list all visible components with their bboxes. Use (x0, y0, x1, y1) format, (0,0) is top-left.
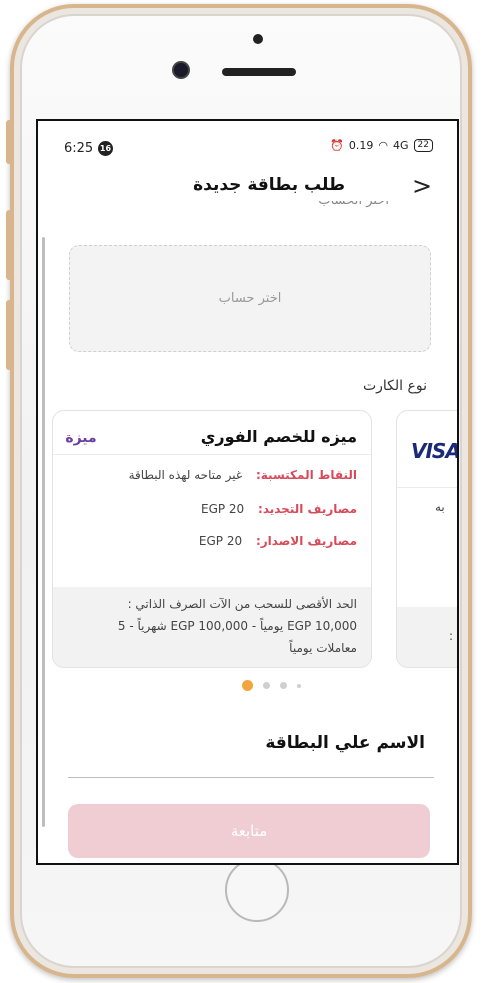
account-selector[interactable]: اختر حساب (69, 245, 431, 352)
network-speed: 0.19 (348, 139, 374, 152)
card-footer-fragment: : (449, 629, 454, 643)
issue-row: مصاريف الاصدار: EGP 20 (199, 534, 357, 548)
page-title: طلب بطاقة جديدة (193, 175, 345, 195)
front-camera-icon (174, 63, 188, 77)
pager-dot[interactable] (297, 683, 301, 688)
points-row: النقاط المكتسبة: غير متاحه لهذه البطاقة (129, 468, 357, 482)
account-placeholder: اختر حساب (218, 291, 282, 306)
meeza-logo-text: ميزة (65, 430, 96, 446)
issue-label: مصاريف الاصدار: (255, 534, 357, 548)
card-option-visa[interactable]: VISA به : (396, 410, 459, 668)
card-limits: الحد الأقصى للسحب من الآت الصرف الذاتي :… (53, 587, 371, 667)
meeza-logo-icon: ميزة (65, 430, 96, 446)
signal-icon: 4G (393, 139, 409, 152)
page-header: طلب بطاقة جديدة > (38, 169, 457, 209)
continue-button[interactable]: متابعة (68, 804, 430, 858)
name-on-card-label: الاسم علي البطاقة (265, 733, 425, 753)
speaker-grille (222, 68, 296, 76)
home-button[interactable] (225, 858, 289, 922)
status-time: 6:25 (64, 141, 94, 156)
card-option-meeza[interactable]: ميزه للخصم الفوري ميزة النقاط المكتسبة: … (52, 410, 372, 668)
notification-badge: 16 (98, 141, 113, 156)
name-on-card-input[interactable] (68, 761, 434, 778)
scrollbar[interactable] (42, 237, 45, 827)
limits-line-1: الحد الأقصى للسحب من الآت الصرف الذاتي : (127, 597, 357, 611)
card-text-fragment: به (435, 500, 445, 514)
app-screen: 6:25 16 ⏰ 0.19 ◠ 4G 22 طلب بطاقة جديدة >… (36, 119, 459, 865)
back-button[interactable]: > (407, 171, 437, 201)
sensor-dot (253, 34, 263, 44)
mute-switch (6, 120, 12, 164)
card-divider (397, 487, 457, 488)
card-title: ميزه للخصم الفوري (200, 427, 357, 446)
renewal-label: مصاريف التجديد: (258, 502, 357, 516)
limits-line-3: معاملات يومياً (289, 641, 357, 655)
renewal-value: EGP 20 (200, 502, 245, 516)
pager-dot[interactable] (280, 682, 287, 689)
pager-dot[interactable] (263, 682, 270, 689)
status-bar: 6:25 16 ⏰ 0.19 ◠ 4G 22 (38, 121, 457, 175)
chevron-right-icon: > (411, 172, 433, 200)
carousel-pager (242, 680, 301, 691)
limits-line-2: EGP 10,000 يومياً - EGP 100,000 شهرياً -… (117, 619, 357, 633)
card-divider (53, 454, 371, 455)
volume-down-button (6, 300, 12, 370)
card-type-label: نوع الكارت (362, 378, 427, 394)
account-section-label: اختر الحساب (318, 201, 389, 211)
points-label: النقاط المكتسبة: (255, 468, 357, 482)
battery-icon: 22 (413, 139, 433, 152)
wifi-icon: ◠ (378, 139, 389, 152)
renewal-row: مصاريف التجديد: EGP 20 (201, 502, 357, 516)
pager-dot-active[interactable] (242, 680, 253, 691)
volume-up-button (6, 210, 12, 280)
status-icons: ⏰ 0.19 ◠ 4G 22 (330, 139, 433, 152)
alarm-icon: ⏰ (330, 139, 344, 152)
visa-logo-icon: VISA (411, 439, 459, 463)
points-value: غير متاحه لهذه البطاقة (128, 468, 243, 482)
issue-value: EGP 20 (198, 534, 243, 548)
